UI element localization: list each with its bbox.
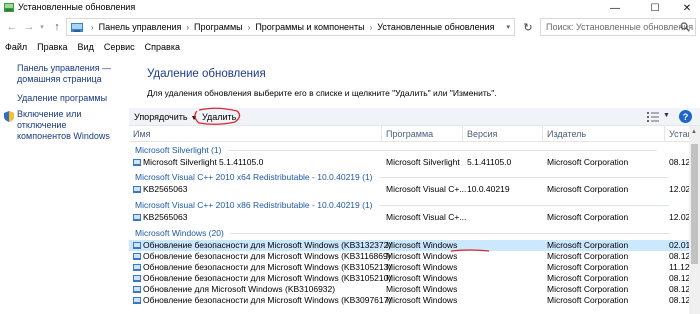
search-placeholder: Поиск: Установленные обновления <box>546 22 694 32</box>
update-icon <box>133 159 141 166</box>
table-row[interactable]: Обновление безопасности для Microsoft Wi… <box>129 273 689 284</box>
column-program[interactable]: Программа <box>382 126 463 142</box>
control-panel-home-link[interactable]: Панель управления — домашняя страница <box>17 63 111 85</box>
menu-file[interactable]: Файл <box>0 40 32 54</box>
task-pane: Панель управления — домашняя страница Уд… <box>0 56 128 314</box>
column-name[interactable]: Имя <box>129 126 382 142</box>
up-arrow-icon[interactable]: ↑ <box>50 19 64 35</box>
table-row[interactable]: Обновление для Microsoft Windows (KB3106… <box>129 284 689 295</box>
group-header[interactable]: Microsoft Windows (20) <box>135 227 670 239</box>
search-input[interactable]: Поиск: Установленные обновления <box>540 18 696 36</box>
menu-tools[interactable]: Сервис <box>99 40 140 54</box>
page-description: Для удаления обновления выберите его в с… <box>147 88 497 98</box>
address-dropdown-icon[interactable]: ▾ <box>506 23 510 31</box>
column-installed[interactable]: Устан <box>665 126 689 142</box>
table-row[interactable]: Обновление безопасности для Microsoft Wi… <box>129 251 689 262</box>
title-bar: Установленные обновления — ☐ ✕ <box>0 0 700 16</box>
maximize-button[interactable]: ☐ <box>640 0 670 16</box>
back-arrow-icon[interactable]: ← <box>5 19 19 35</box>
menu-view[interactable]: Вид <box>73 40 99 54</box>
table-row[interactable]: KB2565063 Microsoft Visual C+... 10.0.40… <box>129 184 689 195</box>
scroll-up-icon[interactable]: ▲ <box>691 129 697 135</box>
vertical-scrollbar[interactable]: ▲ <box>689 126 700 314</box>
group-header[interactable]: Microsoft Silverlight (1) <box>135 144 658 156</box>
group-header[interactable]: Microsoft Visual C++ 2010 x64 Redistribu… <box>135 171 669 183</box>
breadcrumb-programs-and-features[interactable]: Программы и компоненты <box>255 22 364 32</box>
menu-help[interactable]: Справка <box>140 40 185 54</box>
menu-bar: Файл Правка Вид Сервис Справка <box>0 40 185 54</box>
table-row[interactable]: Microsoft Silverlight 5.1.41105.0 Micros… <box>129 157 689 168</box>
breadcrumb-separator-icon: › <box>91 22 94 32</box>
breadcrumb-separator-icon: › <box>247 22 251 32</box>
breadcrumb-separator-icon: › <box>369 22 373 32</box>
uninstall-program-link[interactable]: Удаление программы <box>17 93 107 104</box>
updates-list: Имя Программа Версия Издатель Устан Micr… <box>129 126 689 314</box>
scrollbar-thumb[interactable] <box>691 144 698 264</box>
list-header: Имя Программа Версия Издатель Устан <box>129 126 689 142</box>
shield-icon <box>4 111 14 122</box>
forward-arrow-icon[interactable]: → <box>22 19 36 35</box>
update-icon <box>133 253 141 260</box>
breadcrumb-control-panel[interactable]: Панель управления <box>99 22 182 32</box>
control-panel-icon <box>71 22 83 32</box>
chevron-down-icon[interactable]: ▼ <box>663 112 670 119</box>
update-icon <box>133 275 141 282</box>
close-button[interactable]: ✕ <box>672 0 700 16</box>
windows-features-link[interactable]: Включение или отключение компонентов Win… <box>17 109 128 142</box>
organize-button[interactable]: Упорядочить ▼ <box>134 112 198 122</box>
breadcrumb-separator-icon: › <box>186 22 190 32</box>
table-row-selected[interactable]: Обновление безопасности для Microsoft Wi… <box>129 240 689 252</box>
view-options-icon[interactable] <box>647 112 659 122</box>
update-icon <box>133 242 141 249</box>
column-publisher[interactable]: Издатель <box>543 126 665 142</box>
control-panel-icon <box>4 3 14 12</box>
recent-locations-chevron-icon[interactable]: ▾ <box>37 19 47 35</box>
breadcrumb-programs[interactable]: Программы <box>194 22 243 32</box>
annotation-ellipse <box>194 107 241 125</box>
command-bar: Упорядочить ▼ Удалить ▼ ? <box>129 107 700 126</box>
update-icon <box>133 214 141 221</box>
column-version[interactable]: Версия <box>463 126 543 142</box>
window-title: Установленные обновления <box>18 2 136 12</box>
breadcrumb-installed-updates[interactable]: Установленные обновления <box>377 22 494 32</box>
search-icon <box>680 22 690 32</box>
update-icon <box>133 264 141 271</box>
group-header[interactable]: Microsoft Visual C++ 2010 x86 Redistribu… <box>135 199 669 211</box>
update-icon <box>133 297 141 304</box>
address-bar: ← → ▾ ↑ › Панель управления › Программы … <box>0 16 700 38</box>
menu-edit[interactable]: Правка <box>32 40 72 54</box>
breadcrumb[interactable]: › Панель управления › Программы › Програ… <box>66 18 515 36</box>
page-title: Удаление обновления <box>147 68 266 80</box>
update-icon <box>133 286 141 293</box>
table-row[interactable]: Обновление безопасности для Microsoft Wi… <box>129 295 689 306</box>
update-icon <box>133 186 141 193</box>
table-row[interactable]: Обновление безопасности для Microsoft Wi… <box>129 262 689 273</box>
table-row[interactable]: KB2565063 Microsoft Visual C+... Microso… <box>129 212 689 223</box>
minimize-button[interactable]: — <box>600 0 630 16</box>
refresh-icon[interactable]: ↻ <box>520 19 536 35</box>
help-icon[interactable]: ? <box>679 110 692 123</box>
